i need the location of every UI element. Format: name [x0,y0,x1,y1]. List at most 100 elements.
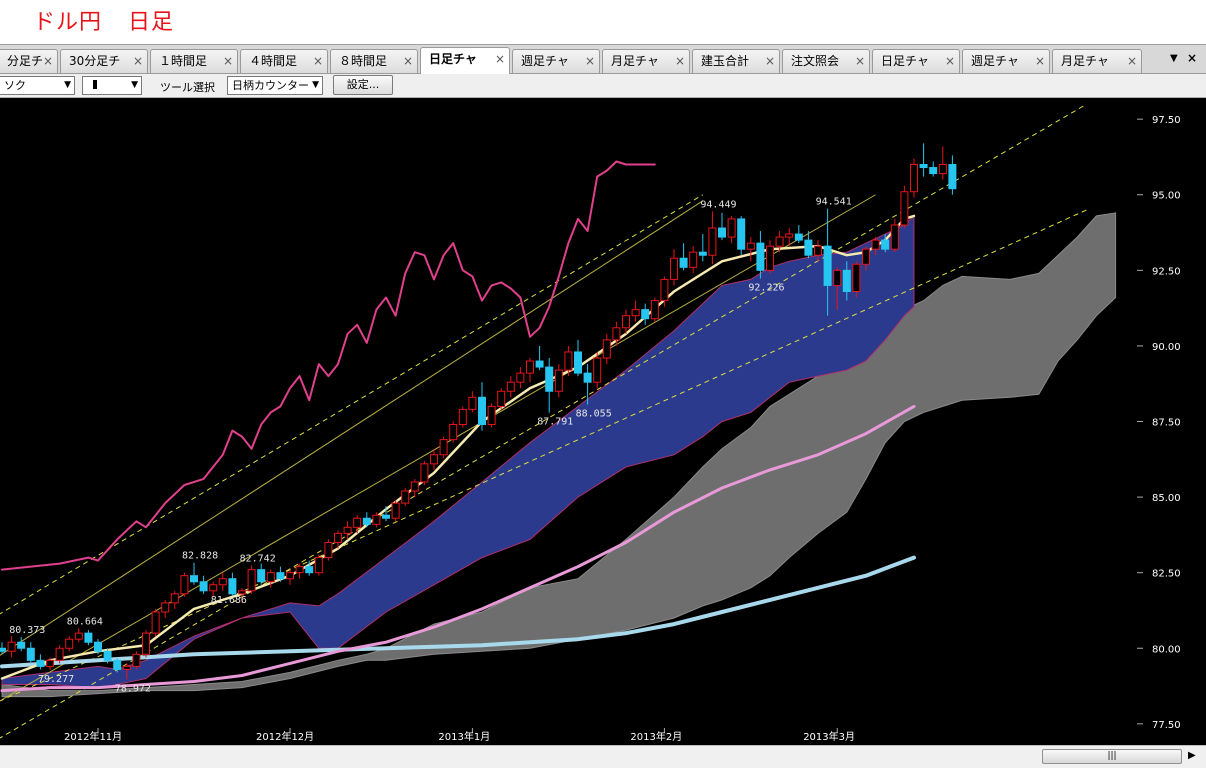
candle-body [554,369,563,392]
close-icon[interactable]: × [133,50,143,72]
horizontal-scrollbar[interactable]: ||| ▶ [0,745,1206,768]
close-icon[interactable]: × [43,50,53,72]
y-tick-label: 82.50 [1152,569,1181,580]
tab-30min-chart[interactable]: 30分足チ × [60,49,148,73]
candle-body [766,245,774,271]
tool-select[interactable]: 日柄カウンター ▼ [227,76,323,95]
candle-body [420,463,429,483]
tab-label: 注文照会 [791,54,840,68]
chart-area[interactable]: 80.373 80.664 79.277 78.972 82.828 82.742 81.6… [0,98,1206,745]
candle-body [842,269,851,292]
candle-body [881,239,890,250]
candle-body [46,659,54,667]
window-close-icon[interactable]: × [1187,51,1197,65]
candle-body [871,239,880,250]
tab-label: 週足チャ [971,54,1019,68]
candle-body [506,381,515,392]
candle-body [602,339,611,359]
candle-body [910,164,918,193]
candle-body [641,309,650,320]
candle-body [36,659,45,667]
scrollbar-thumb[interactable]: ||| [1042,749,1182,764]
tab-weekly-chart-2[interactable]: 週足チャ × [962,49,1050,73]
tool-select-label: ツール選択 [160,81,215,94]
candle-body [382,514,390,519]
tab-menu-icon[interactable]: ▼ [1170,53,1178,64]
close-icon[interactable]: × [313,50,323,72]
tab-monthly-chart[interactable]: 月足チャ × [602,49,690,73]
x-tick-label: 2013年2月 [630,730,682,743]
candle-body [948,164,957,190]
tab-minute-chart[interactable]: 分足チ × [0,49,58,73]
tab-1hour-chart[interactable]: １時間足 × [150,49,238,73]
candle-body [247,569,256,592]
tool-select-value: 日柄カウンター [232,79,309,92]
candle-body [814,245,822,256]
candle-body [718,227,726,238]
candle-body [756,242,765,271]
close-icon[interactable]: × [403,50,413,72]
close-icon[interactable]: × [1127,50,1137,72]
close-icon[interactable]: × [675,50,685,72]
tab-position-total[interactable]: 建玉合計 × [692,49,780,73]
tab-4hour-chart[interactable]: ４時間足 × [240,49,328,73]
candle-body [487,405,496,426]
tab-label: 週足チャ [521,54,569,68]
close-icon[interactable]: × [945,50,955,72]
candle-style-icon [93,80,97,89]
price-label: 87.791 [537,417,573,428]
candle-body [170,593,179,604]
candle-body [161,602,170,613]
candle-body [305,566,314,574]
tab-label: 分足チ [7,54,44,68]
candle-body [391,502,400,519]
candle-body [890,224,899,250]
settings-button[interactable]: 設定... [333,75,393,95]
candle-body [478,396,486,426]
price-label: 92.226 [748,282,784,293]
close-icon[interactable]: × [495,48,505,70]
tab-label: ４時間足 [249,54,298,68]
candle-body [833,269,842,286]
candle-body [679,257,688,268]
tab-daily-chart[interactable]: 日足チャ × [420,47,510,74]
scroll-right-icon[interactable]: ▶ [1188,750,1196,761]
candle-body [266,572,275,583]
candle-body [74,632,83,640]
candle-body [670,257,678,280]
candle-body [804,239,813,256]
y-tick-label: 97.50 [1152,115,1181,126]
close-icon[interactable]: × [1035,50,1045,72]
chart-type-select[interactable]: ソク ▼ [0,76,75,95]
close-icon[interactable]: × [223,50,233,72]
tab-label: 月足チャ [1061,54,1109,68]
tab-monthly-chart-2[interactable]: 月足チャ × [1052,49,1142,73]
candle-body [122,665,131,670]
candle-body [737,218,746,250]
tab-label: 30分足チ [69,54,121,68]
candle-body [900,191,909,226]
close-icon[interactable]: × [585,50,595,72]
price-label: 80.664 [67,616,103,627]
tab-order-inquiry[interactable]: 注文照会 × [782,49,870,73]
candle-body [343,526,352,534]
tab-daily-chart-2[interactable]: 日足チャ × [872,49,960,73]
candle-body [862,248,870,265]
close-icon[interactable]: × [765,50,775,72]
dropdown-arrow-icon: ▼ [64,80,71,90]
tab-weekly-chart[interactable]: 週足チャ × [512,49,600,73]
candle-body [199,581,208,592]
chart-type-value: ソク [4,79,26,92]
candle-body [113,659,122,670]
candle-body [622,315,630,329]
y-tick-label: 95.00 [1152,191,1181,202]
candle-body [593,357,602,383]
tab-bar: 分足チ × 30分足チ × １時間足 × ４時間足 × ８時間足 × 日足チャ × 週足チャ… [0,44,1206,74]
candle-body [727,218,736,238]
candle-body [295,566,304,574]
tab-8hour-chart[interactable]: ８時間足 × [330,49,418,73]
candle-style-select[interactable]: ▼ [82,76,142,95]
candle-body [372,514,381,525]
candle-body [7,641,16,652]
close-icon[interactable]: × [855,50,865,72]
